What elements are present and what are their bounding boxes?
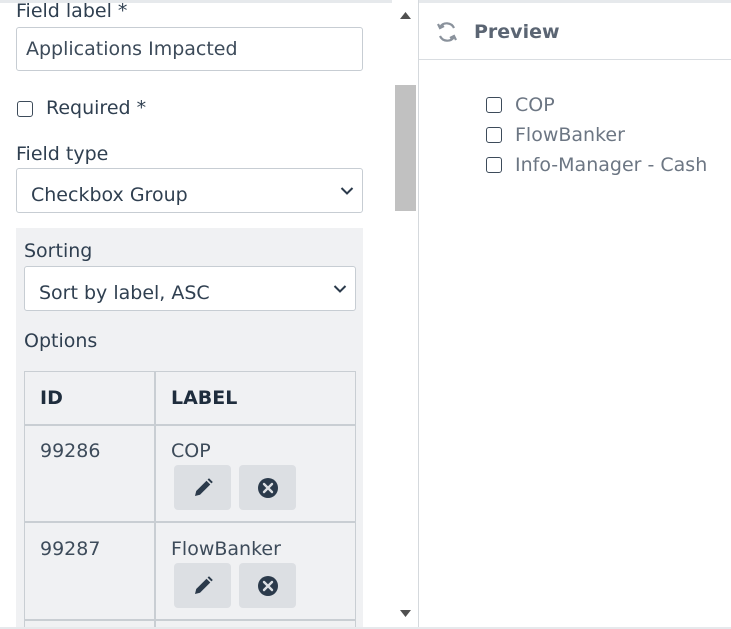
- chevron-down-icon: [333, 284, 347, 293]
- field-label-title: Field label *: [16, 0, 128, 22]
- field-label-input[interactable]: Applications Impacted: [16, 27, 363, 71]
- required-checkbox[interactable]: [17, 101, 33, 117]
- close-circle-icon: [257, 477, 278, 498]
- field-type-title: Field type: [16, 143, 109, 165]
- edit-button[interactable]: [174, 563, 231, 608]
- delete-button[interactable]: [239, 465, 296, 510]
- field-type-select[interactable]: Checkbox Group: [16, 168, 363, 213]
- preview-checkbox-item[interactable]: FlowBanker: [486, 124, 625, 146]
- column-header-id: ID: [40, 387, 63, 409]
- preview-title: Preview: [474, 21, 560, 43]
- edit-button[interactable]: [174, 465, 231, 510]
- pencil-icon: [194, 575, 213, 594]
- sorting-select[interactable]: Sort by label, ASC: [24, 266, 356, 311]
- column-header-label: LABEL: [171, 387, 238, 409]
- chevron-down-icon: [340, 186, 354, 195]
- preview-checkbox[interactable]: [486, 157, 502, 173]
- pencil-icon: [194, 477, 213, 496]
- preview-panel: Preview COP FlowBanker Info-Manager - Ca…: [419, 0, 731, 629]
- required-label: Required *: [46, 97, 147, 119]
- sorting-title: Sorting: [24, 240, 93, 262]
- scroll-down-arrow-icon[interactable]: [400, 610, 411, 617]
- refresh-icon[interactable]: [435, 20, 459, 44]
- row-divider: [25, 619, 355, 621]
- preview-checkbox-label: COP: [515, 94, 555, 116]
- field-type-value: Checkbox Group: [31, 183, 188, 206]
- field-editor-panel: Field label * Applications Impacted Requ…: [0, 0, 392, 629]
- row-label: COP: [171, 440, 211, 462]
- row-divider: [25, 521, 355, 523]
- options-table: ID LABEL 99286 COP 99287 FlowBanker: [24, 371, 356, 629]
- options-title: Options: [24, 330, 98, 352]
- preview-checkbox-item[interactable]: COP: [486, 94, 555, 116]
- preview-header: Preview: [419, 3, 731, 60]
- row-divider: [25, 424, 355, 426]
- editor-scrollbar[interactable]: [392, 0, 419, 629]
- scroll-up-arrow-icon[interactable]: [400, 12, 411, 19]
- sorting-value: Sort by label, ASC: [39, 281, 210, 304]
- close-circle-icon: [257, 575, 278, 596]
- preview-checkbox-label: FlowBanker: [515, 124, 625, 146]
- preview-checkbox-item[interactable]: Info-Manager - Cash: [486, 154, 707, 176]
- delete-button[interactable]: [239, 563, 296, 608]
- scrollbar-thumb[interactable]: [395, 85, 416, 211]
- row-id: 99286: [40, 440, 101, 462]
- preview-checkbox[interactable]: [486, 97, 502, 113]
- row-id: 99287: [40, 538, 101, 560]
- preview-checkbox[interactable]: [486, 127, 502, 143]
- column-divider: [154, 372, 156, 629]
- form-builder: Field label * Applications Impacted Requ…: [0, 0, 731, 629]
- preview-checkbox-label: Info-Manager - Cash: [515, 154, 708, 176]
- row-label: FlowBanker: [171, 538, 281, 560]
